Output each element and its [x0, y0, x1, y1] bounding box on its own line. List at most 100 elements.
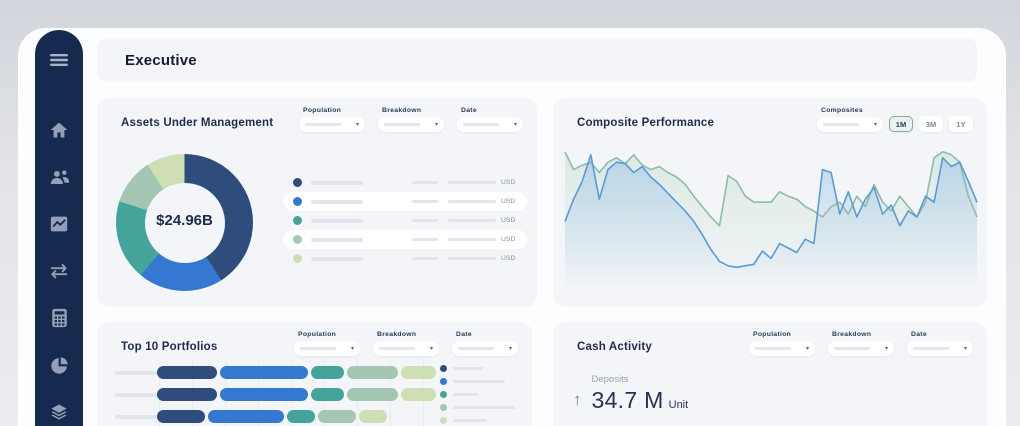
- legend-amount-redacted: [448, 181, 496, 184]
- aum-legend-row[interactable]: USD: [283, 211, 527, 230]
- legend-dot: [293, 254, 302, 263]
- legend-name-redacted: [453, 419, 487, 422]
- filter-date: Date ▾: [907, 331, 973, 356]
- legend-name-redacted: [311, 200, 363, 204]
- deposits-unit: Unit: [669, 399, 689, 411]
- legend-dot: [293, 235, 302, 244]
- filter-select-date[interactable]: ▾: [457, 117, 523, 132]
- menu-icon[interactable]: [35, 46, 83, 74]
- card-assets-under-management: Assets Under Management Population▾Break…: [97, 98, 537, 307]
- filter-breakdown: Breakdown▾: [378, 107, 444, 132]
- filter-composites: Composites▾: [817, 107, 883, 132]
- deposits-label: Deposits: [592, 374, 689, 385]
- legend-name-redacted: [311, 257, 363, 261]
- filter-date: Date ▾: [457, 107, 523, 132]
- legend-name-redacted: [453, 380, 505, 383]
- legend-amount-redacted: [448, 257, 496, 260]
- aum-legend-row[interactable]: USD: [283, 173, 527, 192]
- aum-legend-row[interactable]: USD: [283, 192, 527, 211]
- portfolios-legend-item[interactable]: [440, 375, 520, 388]
- aum-legend-row[interactable]: USD: [283, 249, 527, 268]
- bar-segment: [401, 388, 436, 401]
- filter-label: Population: [303, 107, 365, 114]
- arrow-up-icon: ↑: [573, 390, 582, 414]
- legend-value-redacted: [412, 238, 438, 241]
- bar-segment: [311, 366, 344, 379]
- layers-icon[interactable]: [35, 398, 83, 426]
- placeholder-bar: [834, 347, 870, 350]
- card-title: Cash Activity: [577, 341, 652, 353]
- filter-label: Date: [911, 331, 973, 338]
- portfolios-legend-item[interactable]: [440, 401, 520, 414]
- legend-amount-redacted: [448, 200, 496, 203]
- filter-label: Date: [461, 107, 523, 114]
- currency-label: USD: [501, 179, 517, 186]
- filter-population: Population ▾: [749, 331, 815, 356]
- legend-name-redacted: [453, 367, 483, 370]
- users-icon[interactable]: [35, 163, 83, 191]
- bar-segment: [347, 388, 398, 401]
- filter-label: Population: [753, 331, 815, 338]
- portfolios-legend-item[interactable]: [440, 414, 520, 426]
- performance-chart-icon[interactable]: [35, 210, 83, 238]
- placeholder-bar: [384, 123, 420, 126]
- bar-segment: [287, 410, 315, 423]
- transfers-icon[interactable]: [35, 257, 83, 285]
- currency-label: USD: [501, 198, 517, 205]
- bar-segment: [157, 366, 217, 379]
- card-cash-activity: Cash Activity Population▾Breakdown▾Date▾…: [553, 322, 987, 426]
- legend-dot: [440, 365, 447, 372]
- filter-select-composites[interactable]: ▾: [817, 117, 883, 132]
- filter-select-breakdown[interactable]: ▾: [378, 117, 444, 132]
- legend-dot: [293, 216, 302, 225]
- page-header: Executive: [97, 38, 977, 82]
- placeholder-bar: [305, 123, 341, 126]
- home-icon[interactable]: [35, 116, 83, 144]
- chevron-down-icon: ▾: [514, 122, 517, 128]
- pie-chart-icon[interactable]: [35, 351, 83, 379]
- legend-name-redacted: [453, 393, 479, 396]
- card-title: Assets Under Management: [121, 117, 273, 129]
- chevron-down-icon: ▾: [874, 122, 877, 128]
- bar-segment: [208, 410, 284, 423]
- bar-segment: [401, 366, 436, 379]
- dashboard: Executive Assets Under Management Popula…: [0, 0, 1020, 426]
- aum-legend-row[interactable]: USD: [283, 230, 527, 249]
- legend-name-redacted: [311, 181, 363, 185]
- legend-name-redacted: [311, 238, 363, 242]
- legend-dot: [440, 391, 447, 398]
- bar-segment: [220, 388, 308, 401]
- calculator-icon[interactable]: [35, 304, 83, 332]
- composite-line-chart[interactable]: [561, 138, 981, 298]
- legend-dot: [440, 378, 447, 385]
- filter-select-population[interactable]: ▾: [749, 341, 815, 356]
- legend-dot: [440, 404, 447, 411]
- range-button-3m[interactable]: 3M: [919, 116, 943, 132]
- portfolios-legend: [440, 362, 520, 426]
- filter-select-breakdown[interactable]: ▾: [828, 341, 894, 356]
- currency-label: USD: [501, 217, 517, 224]
- placeholder-bar: [823, 123, 859, 126]
- bar-segment: [157, 410, 205, 423]
- chevron-down-icon: ▾: [964, 346, 967, 352]
- sidebar: [35, 30, 83, 426]
- portfolios-legend-item[interactable]: [440, 388, 520, 401]
- legend-name-redacted: [311, 219, 363, 223]
- card-top-10-portfolios: Top 10 Portfolios Population▾Breakdown▾D…: [97, 322, 532, 426]
- composite-controls: Composites▾ 1M 3M 1Y: [817, 107, 973, 132]
- range-button-1m[interactable]: 1M: [889, 116, 913, 132]
- placeholder-bar: [755, 347, 791, 350]
- placeholder-bar: [463, 123, 499, 126]
- bar-segment: [359, 410, 387, 423]
- filter-select-date[interactable]: ▾: [907, 341, 973, 356]
- deposits-value: 34.7 M: [592, 387, 664, 414]
- legend-dot: [293, 178, 302, 187]
- composite-filters: Composites▾: [817, 107, 883, 132]
- portfolios-legend-item[interactable]: [440, 362, 520, 375]
- range-toggle: 1M 3M 1Y: [889, 116, 973, 132]
- filter-breakdown: Breakdown▾: [828, 331, 894, 356]
- filter-select-population[interactable]: ▾: [299, 117, 365, 132]
- aum-donut-chart[interactable]: $24.96B: [116, 154, 253, 291]
- deposits-metric: ↑ Deposits 34.7 M Unit: [573, 374, 688, 414]
- range-button-1y[interactable]: 1Y: [949, 116, 973, 132]
